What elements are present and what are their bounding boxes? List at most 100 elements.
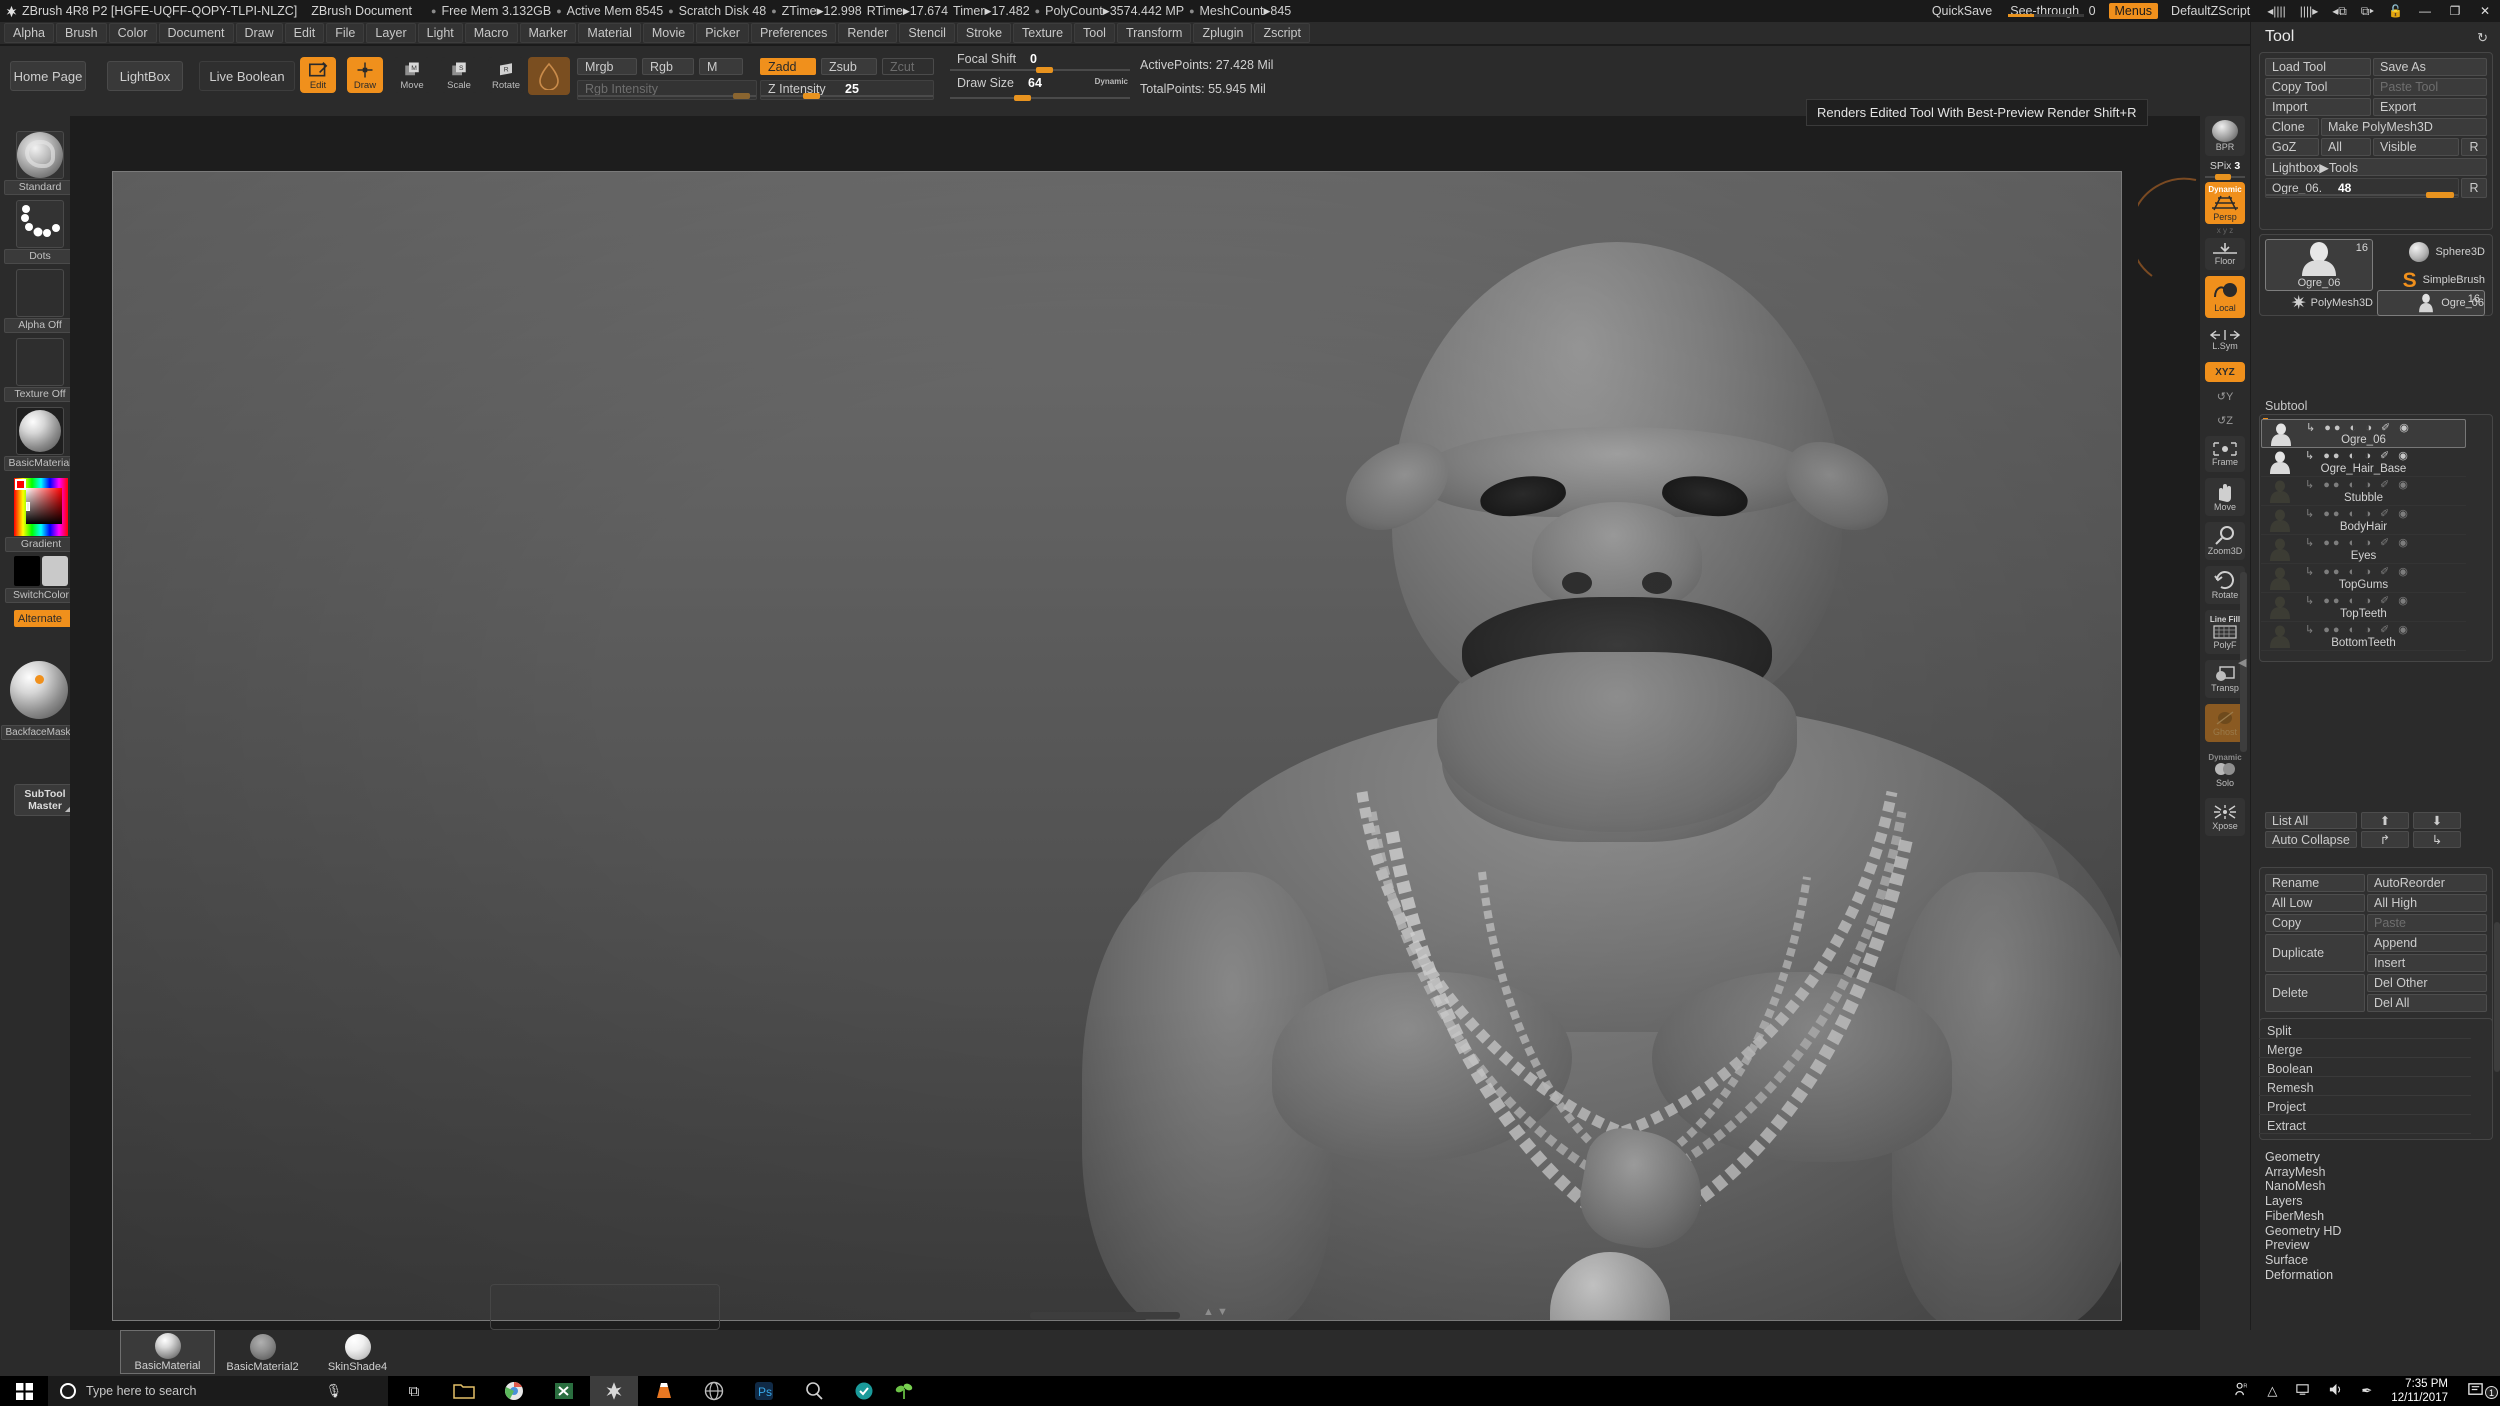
- material-tile[interactable]: BasicMaterial2: [215, 1330, 310, 1374]
- subtool-row[interactable]: ↳ ●● ◐ ◑ ✐ ◉ BodyHair: [2261, 506, 2466, 535]
- tool-op-boolean[interactable]: Boolean: [2259, 1062, 2471, 1077]
- switch-color-label[interactable]: SwitchColor: [5, 588, 77, 603]
- menu-item-layer[interactable]: Layer: [366, 23, 416, 43]
- zcut-button[interactable]: Zcut: [882, 58, 934, 75]
- paste-tool-button[interactable]: Paste Tool: [2373, 78, 2487, 96]
- subtool-row[interactable]: ↳ ●● ◐ ◑ ✐ ◉ TopGums: [2261, 564, 2466, 593]
- xyz-button[interactable]: XYZ: [2205, 362, 2245, 382]
- polyf-button[interactable]: Line Fill PolyF: [2205, 610, 2245, 654]
- light-handle[interactable]: [35, 675, 44, 684]
- menu-item-movie[interactable]: Movie: [642, 23, 695, 43]
- zadd-button[interactable]: Zadd: [760, 58, 816, 75]
- subtool-visibility-icons[interactable]: ↳ ●● ◐ ◑ ✐ ◉: [2305, 623, 2411, 636]
- microphone-icon[interactable]: 🎙: [325, 1383, 342, 1399]
- zoom3d-button[interactable]: Zoom3D: [2205, 522, 2245, 560]
- menu-item-stencil[interactable]: Stencil: [899, 23, 955, 43]
- menu-item-tool[interactable]: Tool: [1074, 23, 1115, 43]
- auto-collapse-button[interactable]: Auto Collapse: [2265, 831, 2357, 848]
- menu-item-zscript[interactable]: Zscript: [1254, 23, 1310, 43]
- tool-section-geometry-hd[interactable]: Geometry HD: [2265, 1224, 2341, 1238]
- rail-scroll-arrow[interactable]: ◀: [2238, 656, 2246, 669]
- slider-handle[interactable]: [803, 93, 820, 99]
- rotate-button[interactable]: R Rotate: [488, 57, 524, 93]
- subtool-visibility-icons[interactable]: ↳ ●● ◐ ◑ ✐ ◉: [2306, 421, 2412, 434]
- focal-shift-slider[interactable]: Focal Shift 0: [950, 51, 1130, 73]
- slider-handle[interactable]: [1036, 67, 1053, 73]
- tool-op-remesh[interactable]: Remesh: [2259, 1081, 2471, 1096]
- secondary-color-swatch[interactable]: [42, 556, 68, 586]
- document-canvas[interactable]: [112, 171, 2122, 1321]
- edit-button[interactable]: Edit: [300, 57, 336, 93]
- move-up-button[interactable]: ⬆: [2361, 812, 2409, 829]
- subtool-row[interactable]: ↳ ●● ◐ ◑ ✐ ◉ TopTeeth: [2261, 593, 2466, 622]
- subtool-row[interactable]: ↳ ●● ◐ ◑ ✐ ◉ Ogre_06: [2261, 419, 2466, 448]
- clock[interactable]: 7:35 PM 12/11/2017: [2381, 1377, 2458, 1405]
- stroke-thumbnail[interactable]: [16, 200, 64, 248]
- material-tile[interactable]: BasicMaterial: [120, 1330, 215, 1374]
- lightbox-button[interactable]: LightBox: [107, 61, 183, 91]
- subtool-row[interactable]: ↳ ●● ◐ ◑ ✐ ◉ Stubble: [2261, 477, 2466, 506]
- vlc-icon[interactable]: [640, 1376, 688, 1406]
- texture-selector[interactable]: Texture Off: [4, 338, 76, 402]
- next-window-icon[interactable]: ⧉▸: [2354, 4, 2381, 19]
- tool-section-nanomesh[interactable]: NanoMesh: [2265, 1179, 2325, 1193]
- append-button[interactable]: Append: [2367, 934, 2487, 952]
- color-picker[interactable]: Gradient: [5, 478, 77, 552]
- backface-mask-label[interactable]: BackfaceMask: [1, 725, 75, 740]
- del-other-button[interactable]: Del Other: [2367, 974, 2487, 992]
- reload-icon[interactable]: ↻: [2477, 30, 2488, 46]
- alpha-selector[interactable]: Alpha Off: [4, 269, 76, 333]
- tool-section-surface[interactable]: Surface: [2265, 1253, 2308, 1267]
- tool-op-extract[interactable]: Extract: [2259, 1119, 2471, 1134]
- draw-button[interactable]: Draw: [347, 57, 383, 93]
- volume-icon[interactable]: [2319, 1382, 2352, 1400]
- tool-slider[interactable]: Ogre_06. 48: [2265, 178, 2459, 198]
- primary-color-swatch[interactable]: [14, 556, 40, 586]
- menu-item-texture[interactable]: Texture: [1013, 23, 1073, 43]
- subtool-visibility-icons[interactable]: ↳ ●● ◐ ◑ ✐ ◉: [2305, 536, 2411, 549]
- m-button[interactable]: M: [699, 58, 743, 75]
- ghost-button[interactable]: Ghost: [2205, 704, 2245, 742]
- rgb-button[interactable]: Rgb: [642, 58, 694, 75]
- menu-item-zplugin[interactable]: Zplugin: [1193, 23, 1253, 43]
- browser-icon[interactable]: [690, 1376, 738, 1406]
- plant-icon[interactable]: [880, 1376, 928, 1406]
- tool-tile-sphere3d[interactable]: Sphere3D: [2377, 239, 2485, 265]
- subtool-visibility-icons[interactable]: ↳ ●● ◐ ◑ ✐ ◉: [2305, 478, 2411, 491]
- subtool-visibility-icons[interactable]: ↳ ●● ◐ ◑ ✐ ◉: [2305, 449, 2411, 462]
- zscript-label[interactable]: DefaultZScript: [2161, 4, 2260, 18]
- menu-item-macro[interactable]: Macro: [464, 23, 518, 43]
- insert-button[interactable]: Insert: [2367, 954, 2487, 972]
- move-rail-button[interactable]: Move: [2205, 478, 2245, 516]
- maximize-button[interactable]: ❐: [2440, 0, 2470, 22]
- texture-thumbnail[interactable]: [16, 338, 64, 386]
- lsym-button[interactable]: L.Sym: [2205, 324, 2245, 356]
- indent-in-button[interactable]: ↳: [2413, 831, 2461, 848]
- load-tool-button[interactable]: Load Tool: [2265, 58, 2371, 76]
- unlock-icon[interactable]: 🔓: [2381, 4, 2410, 18]
- tool-section-deformation[interactable]: Deformation: [2265, 1268, 2333, 1282]
- menu-item-light[interactable]: Light: [417, 23, 463, 43]
- tool-section-preview[interactable]: Preview: [2265, 1238, 2309, 1252]
- menu-item-draw[interactable]: Draw: [235, 23, 283, 43]
- search-box[interactable]: Type here to search 🎙: [48, 1376, 388, 1406]
- search-input-placeholder[interactable]: Type here to search: [86, 1384, 196, 1398]
- menu-item-file[interactable]: File: [326, 23, 365, 43]
- scroll-arrows[interactable]: ▲ ▼: [1203, 1306, 1228, 1318]
- menu-item-render[interactable]: Render: [838, 23, 898, 43]
- rename-button[interactable]: Rename: [2265, 874, 2365, 892]
- close-button[interactable]: ✕: [2470, 0, 2500, 22]
- xpose-button[interactable]: Xpose: [2205, 798, 2245, 836]
- tool-section-arraymesh[interactable]: ArrayMesh: [2265, 1165, 2325, 1179]
- draw-size-slider[interactable]: Draw Size 64 Dynamic: [950, 75, 1130, 101]
- move-down-button[interactable]: ⬇: [2413, 812, 2461, 829]
- copy-subtool-button[interactable]: Copy: [2265, 914, 2365, 932]
- slider-handle[interactable]: [733, 93, 750, 99]
- menu-item-stroke[interactable]: Stroke: [956, 23, 1012, 43]
- local-button[interactable]: Local: [2205, 276, 2245, 318]
- all-high-button[interactable]: All High: [2367, 894, 2487, 912]
- tool-section-fibermesh[interactable]: FiberMesh: [2265, 1209, 2324, 1223]
- home-page-button[interactable]: Home Page: [10, 61, 86, 91]
- subtool-row[interactable]: ↳ ●● ◐ ◑ ✐ ◉ Ogre_Hair_Base: [2261, 448, 2466, 477]
- all-low-button[interactable]: All Low: [2265, 894, 2365, 912]
